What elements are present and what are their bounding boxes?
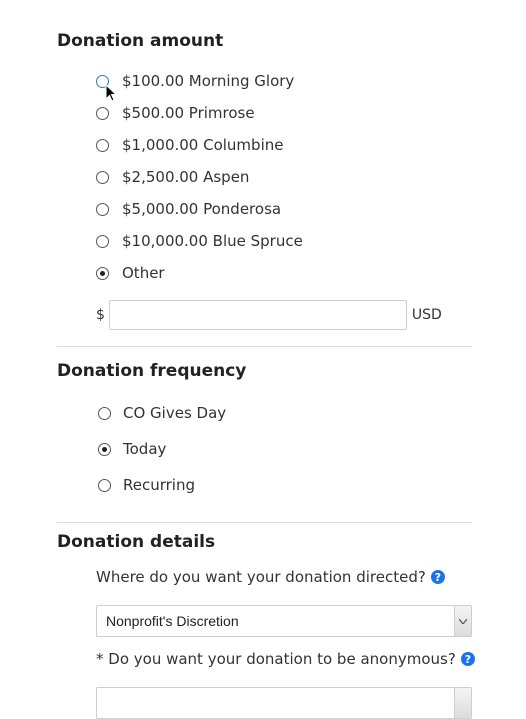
chevron-down-icon [454,606,471,636]
amount-option-label: $100.00 Morning Glory [122,72,295,90]
radio-button[interactable] [96,234,109,248]
frequency-option-label: Today [123,440,167,458]
amount-option-primrose[interactable]: $500.00 Primrose [96,104,255,122]
frequency-option-co-gives-day[interactable]: CO Gives Day [98,404,226,422]
radio-button[interactable] [98,442,111,456]
radio-button[interactable] [96,202,109,216]
anonymous-question: * Do you want your donation to be anonym… [96,650,475,668]
donation-directed-value: Nonprofit's Discretion [106,613,239,629]
frequency-option-label: CO Gives Day [123,404,227,422]
other-amount-input[interactable] [108,300,407,330]
donation-directed-select[interactable]: Nonprofit's Discretion [96,605,472,637]
amount-option-columbine[interactable]: $1,000.00 Columbine [96,136,283,154]
chevron-down-icon [454,688,471,718]
radio-button[interactable] [98,406,111,420]
question-circle-icon[interactable]: ? [430,570,445,584]
amount-option-blue-spruce[interactable]: $10,000.00 Blue Spruce [96,232,303,250]
amount-option-label: $500.00 Primrose [122,104,255,122]
amount-option-label: $5,000.00 Ponderosa [122,200,282,218]
currency-symbol: $ [96,307,105,323]
frequency-option-recurring[interactable]: Recurring [98,476,195,494]
other-amount-row: $ USD [96,300,442,330]
donation-details-title: Donation details [57,532,216,552]
radio-button[interactable] [96,170,109,184]
directed-question: Where do you want your donation directed… [96,568,445,586]
mouse-pointer-icon [105,84,117,102]
directed-question-label: Where do you want your donation directed… [96,568,426,586]
amount-option-morning-glory[interactable]: $100.00 Morning Glory [96,72,294,90]
radio-button[interactable] [96,106,109,120]
frequency-option-today[interactable]: Today [98,440,166,458]
amount-option-label: Other [122,264,165,282]
amount-option-label: $1,000.00 Columbine [122,136,284,154]
question-circle-icon[interactable]: ? [460,652,475,666]
amount-option-ponderosa[interactable]: $5,000.00 Ponderosa [96,200,281,218]
amount-option-label: $2,500.00 Aspen [122,168,250,186]
radio-button[interactable] [98,478,111,492]
anonymous-select[interactable] [96,687,472,719]
radio-button[interactable] [96,138,109,152]
amount-option-other[interactable]: Other [96,264,165,282]
section-divider [57,522,472,523]
radio-button[interactable] [96,266,109,280]
frequency-option-label: Recurring [123,476,195,494]
amount-option-label: $10,000.00 Blue Spruce [122,232,303,250]
currency-code: USD [411,307,442,323]
anonymous-question-label: * Do you want your donation to be anonym… [96,650,456,668]
section-divider [57,346,472,347]
donation-frequency-title: Donation frequency [57,361,247,381]
donation-amount-title: Donation amount [57,31,224,51]
amount-option-aspen[interactable]: $2,500.00 Aspen [96,168,249,186]
